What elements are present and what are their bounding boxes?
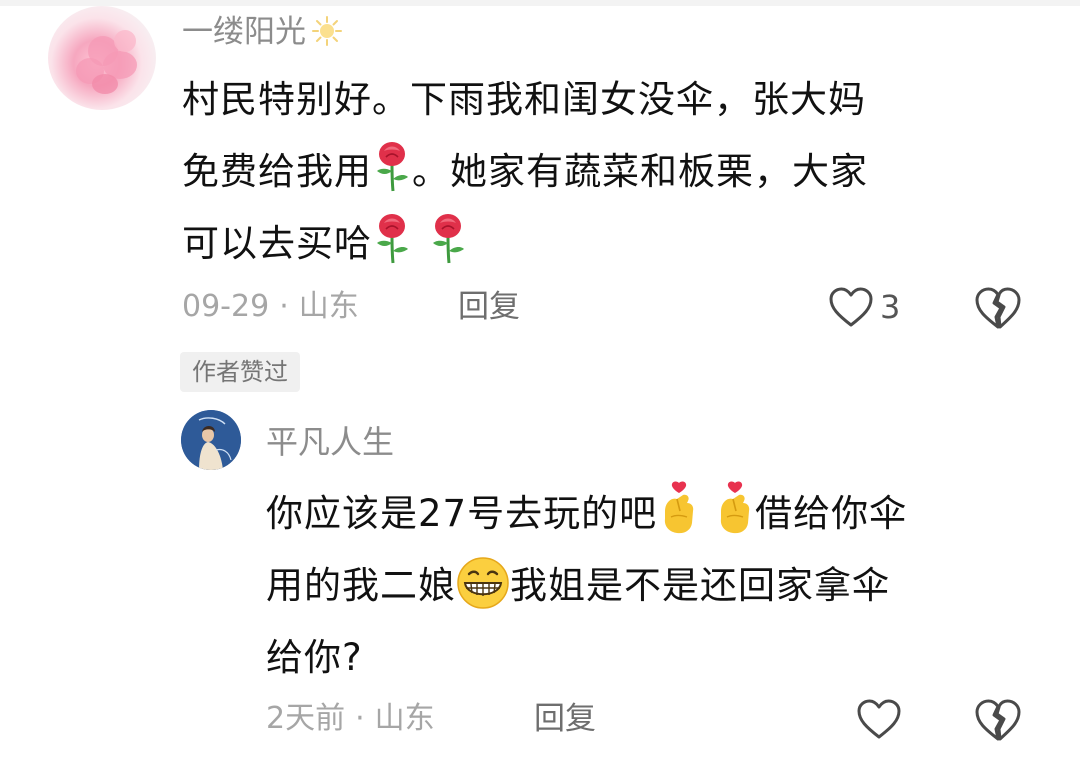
broken-heart-icon[interactable] [974, 698, 1022, 742]
heart-icon [829, 287, 873, 327]
comment-location: 山东 [298, 289, 359, 324]
sun-icon [312, 16, 342, 46]
meta-separator: · [355, 701, 365, 736]
comment-line-2: 免费给我用 。她家有蔬菜和板栗，大家 [182, 136, 868, 208]
reply-date: 2天前 [266, 701, 346, 736]
comment-body: 村民特别好。下雨我和闺女没伞，张大妈 免费给我用 。她家有蔬菜和板栗，大家 可以… [182, 64, 868, 280]
comment-meta: 09-29 · 山东 [182, 292, 359, 322]
reply-meta: 2天前 · 山东 [266, 704, 435, 734]
reply-username[interactable]: 平凡人生 [266, 426, 394, 458]
broken-heart-icon[interactable] [974, 286, 1022, 330]
reply-line-3: 给你? [266, 636, 363, 679]
grinning-face-emoji-icon [457, 557, 509, 609]
top-divider [0, 0, 1080, 6]
rose-emoji-icon [377, 214, 408, 264]
comment-line-3: 可以去买哈 [182, 208, 868, 280]
rose-emoji-icon [377, 142, 408, 192]
reply-button[interactable]: 回复 [458, 292, 520, 323]
like-count: 3 [880, 288, 901, 326]
reply-line-2: 用的我二娘 我姐是不是还回家拿伞 [266, 550, 907, 622]
meta-separator: · [279, 289, 289, 324]
reply-reply-button[interactable]: 回复 [534, 704, 596, 735]
like-button[interactable]: 3 [828, 286, 900, 328]
reply-location: 山东 [374, 701, 435, 736]
author-liked-badge: 作者赞过 [180, 352, 300, 392]
heart-icon[interactable] [856, 698, 902, 740]
avatar[interactable] [48, 6, 156, 110]
reply-body: 你应该是27号去玩的吧 借给你伞 用的我二娘 我姐是不是还回家拿伞 给你? [266, 478, 907, 694]
username-text: 一缕阳光 [182, 14, 306, 50]
finger-heart-emoji-icon [664, 481, 694, 534]
username[interactable]: 一缕阳光 [182, 16, 342, 48]
reply-line-1: 你应该是27号去玩的吧 借给你伞 [266, 478, 907, 550]
comment-line: 村民特别好。下雨我和闺女没伞，张大妈 [182, 78, 866, 121]
finger-heart-emoji-icon [720, 481, 750, 534]
rose-emoji-icon [433, 214, 464, 264]
reply-avatar[interactable] [181, 410, 241, 470]
comment-date: 09-29 [182, 289, 270, 324]
avatar-image [181, 410, 241, 470]
